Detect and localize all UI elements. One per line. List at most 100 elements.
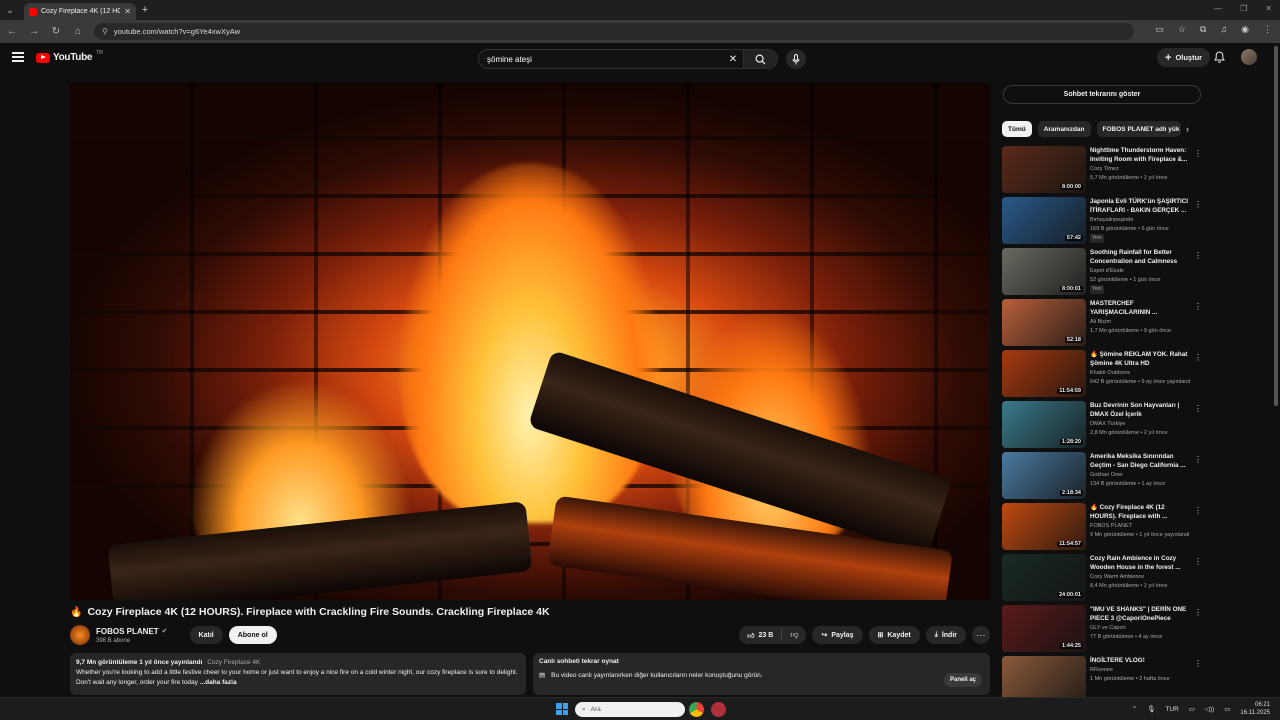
recommendation-channel[interactable]: GLY ve Capori	[1090, 624, 1190, 633]
clear-search-icon[interactable]: ✕	[723, 54, 743, 65]
recommendation-item[interactable]: 2:18:34 Amerika Meksika Sınırından Geçti…	[1002, 452, 1204, 503]
reload-icon[interactable]: ↻	[50, 26, 62, 37]
page-scrollbar[interactable]	[1274, 46, 1278, 406]
video-thumbnail[interactable]: 52:18	[1002, 299, 1086, 346]
more-options-icon[interactable]: ⋮	[1194, 659, 1202, 668]
recommendation-item[interactable]: 11:54:57 🔥 Cozy Fireplace 4K (12 HOURS).…	[1002, 503, 1204, 554]
more-actions-button[interactable]: ⋯	[972, 626, 990, 644]
chip-all[interactable]: Tümü	[1002, 121, 1032, 137]
more-options-icon[interactable]: ⋮	[1194, 506, 1202, 515]
video-thumbnail[interactable]: 8:00:01	[1002, 248, 1086, 295]
more-options-icon[interactable]: ⋮	[1194, 557, 1202, 566]
more-options-icon[interactable]: ⋮	[1194, 404, 1202, 413]
clock[interactable]: 06:21 16.11.2025	[1240, 701, 1270, 717]
language-indicator[interactable]: TUR	[1165, 706, 1178, 713]
menu-icon[interactable]	[12, 52, 24, 62]
recommendation-title[interactable]: "IMU VE SHANKS" | DERİN ONE PIECE 3 @Cap…	[1090, 605, 1190, 623]
video-thumbnail[interactable]	[1002, 656, 1086, 703]
minimize-icon[interactable]: —	[1214, 4, 1222, 13]
create-button[interactable]: + Oluştur	[1157, 48, 1211, 67]
more-options-icon[interactable]: ⋮	[1194, 149, 1202, 158]
maximize-icon[interactable]: ❐	[1240, 4, 1247, 13]
notifications-bell-icon[interactable]	[1214, 51, 1225, 65]
search-button[interactable]	[743, 50, 777, 68]
recommendation-item[interactable]: 11:54:59 🔥 Şömine REKLAM YOK. Rahat Şömi…	[1002, 350, 1204, 401]
close-window-icon[interactable]: ✕	[1265, 4, 1272, 13]
recommendation-item[interactable]: 1:28:20 Buz Devrinin Son Hayvanları | DM…	[1002, 401, 1204, 452]
join-button[interactable]: Katıl	[189, 626, 223, 644]
recommendation-item[interactable]: 8:00:00 Nighttime Thunderstorm Haven: In…	[1002, 146, 1204, 197]
network-icon[interactable]: ▭	[1189, 705, 1195, 713]
recommendation-title[interactable]: MASTERCHEF YARIŞMACILARININ ...	[1090, 299, 1190, 317]
recommendation-title[interactable]: 🔥 Şömine REKLAM YOK. Rahat Şömine 4K Ult…	[1090, 350, 1190, 368]
video-thumbnail[interactable]: 2:18:34	[1002, 452, 1086, 499]
browser-menu-icon[interactable]: ⋮	[1263, 24, 1272, 35]
tray-chevron-icon[interactable]: ⌃	[1132, 705, 1137, 713]
description-box[interactable]: 9,7 Mn görüntüleme 1 yıl önce yayınlandı…	[70, 653, 526, 695]
video-thumbnail[interactable]: 57:42	[1002, 197, 1086, 244]
more-options-icon[interactable]: ⋮	[1194, 608, 1202, 617]
channel-avatar[interactable]	[70, 625, 90, 645]
description-tag[interactable]: Cozy Fireplace 4K	[207, 659, 260, 666]
voice-search-button[interactable]	[786, 49, 806, 69]
recommendation-channel[interactable]: DMAX Türkiye	[1090, 420, 1190, 429]
share-button[interactable]: ↪ Paylaş	[812, 626, 863, 644]
recommendation-title[interactable]: Cozy Rain Ambience in Cozy Wooden House …	[1090, 554, 1190, 572]
recommendation-channel[interactable]: RRsenee	[1090, 666, 1190, 675]
extensions-icon[interactable]: ⧉	[1200, 24, 1206, 35]
recommendation-channel[interactable]: Khabir Outdoors	[1090, 369, 1190, 378]
recommendation-item[interactable]: 1:44:25 "IMU VE SHANKS" | DERİN ONE PIEC…	[1002, 605, 1204, 656]
more-options-icon[interactable]: ⋮	[1194, 353, 1202, 362]
video-thumbnail[interactable]: 11:54:57	[1002, 503, 1086, 550]
recommendation-channel[interactable]: Birhayalinpeşinde	[1090, 216, 1190, 225]
recommendation-channel[interactable]: Cozy Warm Ambience	[1090, 573, 1190, 582]
profile-icon[interactable]: ◉	[1241, 24, 1249, 35]
chrome-taskbar-icon[interactable]	[689, 702, 704, 717]
recommendation-channel[interactable]: Esprit d'Etude	[1090, 267, 1190, 276]
start-button-icon[interactable]	[556, 703, 568, 715]
recommendation-item[interactable]: 8:00:01 Soothing Rainfall for Better Con…	[1002, 248, 1204, 299]
video-thumbnail[interactable]: 1:44:25	[1002, 605, 1086, 652]
dislike-button[interactable]: 👎︎	[782, 630, 806, 640]
save-button[interactable]: ⊞ Kaydet	[868, 626, 920, 644]
video-thumbnail[interactable]: 8:00:00	[1002, 146, 1086, 193]
recommendation-title[interactable]: Amerika Meksika Sınırından Geçtim - San …	[1090, 452, 1190, 470]
new-tab-button[interactable]: +	[136, 4, 154, 16]
recommendation-title[interactable]: Buz Devrinin Son Hayvanları | DMAX Özel …	[1090, 401, 1190, 419]
cast-icon[interactable]: ▭	[1155, 24, 1164, 35]
channel-name[interactable]: FOBOS PLANET	[96, 627, 159, 636]
recommendation-title[interactable]: Japonla Evli TÜRK'ün ŞAŞIRTICI İTİRAFLAR…	[1090, 197, 1190, 215]
video-thumbnail[interactable]: 24:00:01	[1002, 554, 1086, 601]
taskbar-search[interactable]: ⌕ Ara	[575, 702, 685, 717]
back-icon[interactable]: ←	[6, 26, 18, 37]
recommendation-title[interactable]: Nighttime Thunderstorm Haven: Inviting R…	[1090, 146, 1190, 164]
recommendation-title[interactable]: Soothing Rainfall for Better Concentrati…	[1090, 248, 1190, 266]
recommendation-title[interactable]: İNGİLTERE VLOG!	[1090, 656, 1190, 665]
recommendation-title[interactable]: 🔥 Cozy Fireplace 4K (12 HOURS). Fireplac…	[1090, 503, 1190, 521]
account-avatar[interactable]	[1241, 49, 1257, 65]
bookmark-star-icon[interactable]: ☆	[1178, 24, 1186, 35]
more-options-icon[interactable]: ⋮	[1194, 455, 1202, 464]
browser-tab[interactable]: Cozy Fireplace 4K (12 HOURS) ✕	[24, 3, 136, 20]
app-taskbar-icon[interactable]	[711, 702, 726, 717]
more-options-icon[interactable]: ⋮	[1194, 251, 1202, 260]
volume-icon[interactable]: ◁))	[1205, 705, 1214, 713]
chevron-right-icon[interactable]: ›	[1186, 124, 1189, 134]
forward-icon[interactable]: →	[28, 26, 40, 37]
open-panel-button[interactable]: Paneli aç	[943, 673, 982, 687]
microphone-tray-icon[interactable]: 🎙︎	[1147, 705, 1155, 713]
recommendation-item[interactable]: 24:00:01 Cozy Rain Ambience in Cozy Wood…	[1002, 554, 1204, 605]
video-player[interactable]	[70, 83, 990, 600]
like-button[interactable]: 👍︎ 23 B	[739, 629, 783, 641]
battery-icon[interactable]: ▭	[1224, 705, 1230, 713]
download-button[interactable]: ⤓ İndir	[925, 626, 966, 644]
more-options-icon[interactable]: ⋮	[1194, 200, 1202, 209]
recommendation-item[interactable]: 52:18 MASTERCHEF YARIŞMACILARININ ... Al…	[1002, 299, 1204, 350]
media-icon[interactable]: ♫	[1220, 24, 1227, 35]
search-box[interactable]: şömine ateşi ✕	[478, 49, 778, 69]
tab-close-icon[interactable]: ✕	[124, 7, 131, 16]
recommendation-channel[interactable]: Gokhan Oner	[1090, 471, 1190, 480]
home-icon[interactable]: ⌂	[72, 26, 84, 37]
address-bar[interactable]: ⚲ youtube.com/watch?v=g6Ye4xwXyAw	[94, 23, 1134, 40]
recommendation-channel[interactable]: Cozy Timez	[1090, 165, 1190, 174]
